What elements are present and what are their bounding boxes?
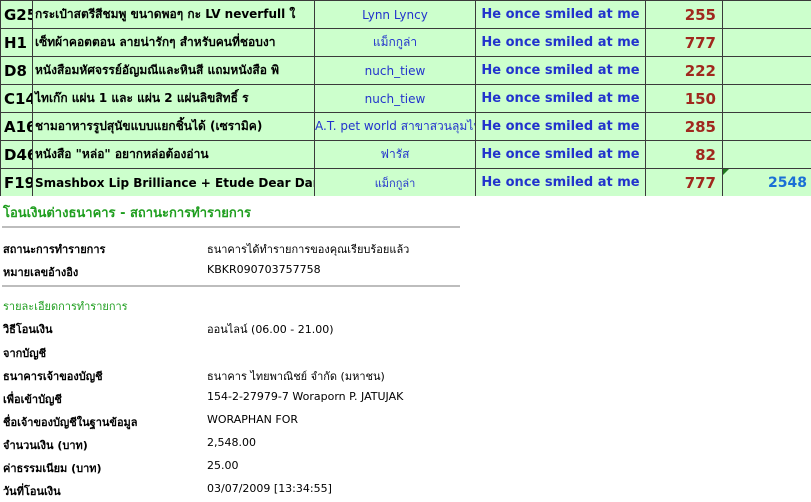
item-name-cell[interactable]: กระเป๋าสตรีสีชมพู ขนาดพอๆ กะ LV neverful… xyxy=(32,0,315,29)
item-code-cell[interactable]: G25 xyxy=(0,0,33,29)
comment-indicator-icon xyxy=(723,169,729,175)
seller-cell[interactable]: ฟารัส xyxy=(314,140,476,169)
item-code-cell[interactable]: H1 xyxy=(0,28,33,57)
total-cell[interactable]: 2548 xyxy=(722,168,811,197)
seller-cell[interactable]: Lynn Lyncy xyxy=(314,0,476,29)
amount-value: 2,548.00 xyxy=(207,436,256,449)
details-heading: รายละเอียดการทำรายการ xyxy=(3,300,128,313)
price-cell[interactable]: 82 xyxy=(645,140,723,169)
item-name-cell[interactable]: เซ็ทผ้าคอตตอน ลายน่ารักๆ สำหรับคนที่ชอบง… xyxy=(32,28,315,57)
note-cell[interactable]: He once smiled at me xyxy=(475,0,646,29)
price-cell[interactable]: 285 xyxy=(645,112,723,141)
total-cell[interactable] xyxy=(722,84,811,113)
total-cell[interactable] xyxy=(722,28,811,57)
note-cell[interactable]: He once smiled at me xyxy=(475,84,646,113)
table-row: G25 กระเป๋าสตรีสีชมพู ขนาดพอๆ กะ LV neve… xyxy=(0,0,811,29)
method-value: ออนไลน์ (06.00 - 21.00) xyxy=(207,323,334,336)
note-cell[interactable]: He once smiled at me xyxy=(475,140,646,169)
transfer-receipt: โอนเงินต่างธนาคาร - สถานะการทำรายการ สถา… xyxy=(0,196,811,502)
to-account-label: เพื่อเข้าบัญชี xyxy=(3,393,62,406)
seller-cell[interactable]: A.T. pet world สาขาสวนลุมไน xyxy=(314,112,476,141)
item-name-cell[interactable]: ชามอาหารรูปสุนัขแบบแยกชิ้นได้ (เซรามิค) xyxy=(32,112,315,141)
note-cell[interactable]: He once smiled at me xyxy=(475,112,646,141)
item-code-cell[interactable]: C14 xyxy=(0,84,33,113)
item-name-cell[interactable]: หนังสือมหัศจรรย์อัญมณีและหินสี แถมหนังสื… xyxy=(32,56,315,85)
price-cell[interactable]: 255 xyxy=(645,0,723,29)
note-cell[interactable]: He once smiled at me xyxy=(475,56,646,85)
grand-total-value: 2548 xyxy=(768,174,807,191)
transfer-date-value: 03/07/2009 [13:34:55] xyxy=(207,482,332,495)
item-code-cell[interactable]: F19 xyxy=(0,168,33,197)
note-cell[interactable]: He once smiled at me xyxy=(475,28,646,57)
total-cell[interactable] xyxy=(722,140,811,169)
fee-label: ค่าธรรมเนียม (บาท) xyxy=(3,462,102,475)
table-row: H1 เซ็ทผ้าคอตตอน ลายน่ารักๆ สำหรับคนที่ช… xyxy=(0,28,811,57)
price-cell[interactable]: 222 xyxy=(645,56,723,85)
price-cell[interactable]: 777 xyxy=(645,168,723,197)
item-code-cell[interactable]: D8 xyxy=(0,56,33,85)
total-cell[interactable] xyxy=(722,0,811,29)
seller-cell[interactable]: nuch_tiew xyxy=(314,84,476,113)
table-row: A16 ชามอาหารรูปสุนัขแบบแยกชิ้นได้ (เซราม… xyxy=(0,112,811,141)
item-code-cell[interactable]: A16 xyxy=(0,112,33,141)
item-name-cell[interactable]: ไทเก๊ก แผ่น 1 และ แผ่น 2 แผ่นลิขสิทธิ์ ร xyxy=(32,84,315,113)
seller-cell[interactable]: แม็กกูล่า xyxy=(314,168,476,197)
from-account-label: จากบัญชี xyxy=(3,347,47,360)
table-row: C14 ไทเก๊ก แผ่น 1 และ แผ่น 2 แผ่นลิขสิทธ… xyxy=(0,84,811,113)
total-cell[interactable] xyxy=(722,56,811,85)
bank-value: ธนาคาร ไทยพาณิชย์ จำกัด (มหาชน) xyxy=(207,370,385,383)
seller-cell[interactable]: nuch_tiew xyxy=(314,56,476,85)
reference-label: หมายเลขอ้างอิง xyxy=(3,266,79,279)
to-account-value: 154-2-27979-7 Woraporn P. JATUJAK xyxy=(207,390,404,403)
account-owner-label: ชื่อเจ้าของบัญชีในฐานข้อมูล xyxy=(3,416,138,429)
price-cell[interactable]: 777 xyxy=(645,28,723,57)
table-row: D8 หนังสือมหัศจรรย์อัญมณีและหินสี แถมหนั… xyxy=(0,56,811,85)
table-row: F19 Smashbox Lip Brilliance + Etude Dear… xyxy=(0,168,811,197)
status-label: สถานะการทำรายการ xyxy=(3,243,106,256)
bank-label: ธนาคารเจ้าของบัญชี xyxy=(3,370,103,383)
item-code-cell[interactable]: D46 xyxy=(0,140,33,169)
divider xyxy=(2,226,460,228)
table-row: D46 หนังสือ "หล่อ" อยากหล่อต้องอ่าน ฟารั… xyxy=(0,140,811,169)
account-owner-value: WORAPHAN FOR xyxy=(207,413,299,426)
status-value: ธนาคารได้ทำรายการของคุณเรียบร้อยแล้ว xyxy=(207,243,410,256)
transfer-date-label: วันที่โอนเงิน xyxy=(3,485,61,498)
price-cell[interactable]: 150 xyxy=(645,84,723,113)
order-spreadsheet: G25 กระเป๋าสตรีสีชมพู ขนาดพอๆ กะ LV neve… xyxy=(0,0,811,197)
note-cell[interactable]: He once smiled at me xyxy=(475,168,646,197)
seller-cell[interactable]: แม็กกูล่า xyxy=(314,28,476,57)
amount-label: จำนวนเงิน (บาท) xyxy=(3,439,88,452)
item-name-cell[interactable]: Smashbox Lip Brilliance + Etude Dear Dar xyxy=(32,168,315,197)
reference-value: KBKR090703757758 xyxy=(207,263,321,276)
page-title: โอนเงินต่างธนาคาร - สถานะการทำรายการ xyxy=(3,206,252,221)
method-label: วิธีโอนเงิน xyxy=(3,323,53,336)
fee-value: 25.00 xyxy=(207,459,239,472)
item-name-cell[interactable]: หนังสือ "หล่อ" อยากหล่อต้องอ่าน xyxy=(32,140,315,169)
total-cell[interactable] xyxy=(722,112,811,141)
divider xyxy=(2,285,460,287)
